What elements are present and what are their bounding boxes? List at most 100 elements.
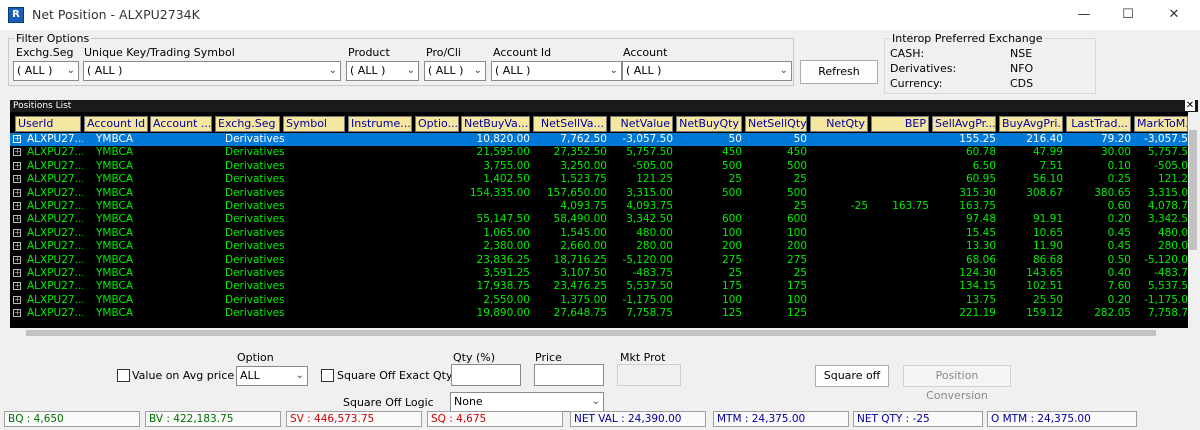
horizontal-scrollbar[interactable] — [10, 328, 1188, 338]
column-header-exchg-seg[interactable]: Exchg.Seg — [215, 116, 280, 132]
square-off-button[interactable]: Square off — [815, 365, 889, 387]
expand-icon[interactable]: + — [13, 309, 21, 318]
cell-net-buy-value: 2,550.00 — [483, 293, 530, 306]
expand-icon[interactable]: + — [13, 175, 21, 184]
column-header-net-buy-qty[interactable]: NetBuyQty — [676, 116, 742, 132]
column-header-option[interactable]: Optio... — [415, 116, 459, 132]
account-select[interactable]: ( ALL ) ⌄ — [622, 61, 792, 81]
expand-icon[interactable]: + — [13, 161, 21, 170]
expand-icon[interactable]: + — [13, 228, 21, 237]
cell-net-value: 3,342.50 — [626, 213, 673, 226]
price-input[interactable] — [534, 364, 604, 386]
expand-icon[interactable]: + — [13, 188, 21, 197]
table-row[interactable]: + ALXPU27... YMBCA Derivatives 2,380.00 2,660… — [10, 240, 1188, 253]
cell-account-id: YMBCA — [96, 293, 134, 306]
status-bq: BQ : 4,650 — [4, 411, 140, 427]
cell-exchg-seg: Derivatives — [225, 133, 285, 145]
table-row[interactable]: + ALXPU27... YMBCA Derivatives 19,890.00 27,6… — [10, 307, 1188, 320]
product-select[interactable]: ( ALL ) ⌄ — [346, 61, 419, 81]
table-row[interactable]: + ALXPU27... YMBCA Derivatives 23,836.25 18,7… — [10, 254, 1188, 267]
horizontal-scroll-thumb[interactable] — [26, 330, 1156, 336]
cell-last-traded: 282.05 — [1094, 307, 1131, 320]
column-header-buy-avg-price[interactable]: BuyAvgPri... — [999, 116, 1063, 132]
maximize-icon[interactable]: ☐ — [1108, 4, 1148, 26]
table-row[interactable]: + ALXPU27... YMBCA Derivatives 154,335.00 157… — [10, 187, 1188, 200]
position-conversion-button[interactable]: Position Conversion — [903, 365, 1011, 402]
interop-cash-value: NSE — [1010, 47, 1033, 60]
table-row[interactable]: + ALXPU27... YMBCA Derivatives 1,065.00 1,545… — [10, 227, 1188, 240]
close-icon[interactable]: ✕ — [1154, 4, 1194, 26]
column-header-instrument[interactable]: Instrume... — [348, 116, 412, 132]
column-header-sell-avg-price[interactable]: SellAvgPr... — [932, 116, 996, 132]
cell-sell-avg-price: 13.30 — [965, 240, 996, 253]
cell-sell-avg-price: 13.75 — [965, 293, 996, 306]
value-on-avg-checkbox[interactable] — [117, 369, 130, 382]
cell-net-buy-qty: 100 — [721, 293, 742, 306]
vertical-scroll-thumb[interactable] — [1189, 130, 1197, 250]
cell-user-id: ALXPU27... — [27, 307, 83, 320]
expand-icon[interactable]: + — [13, 295, 21, 304]
column-header-net-buy-value[interactable]: NetBuyVa... — [461, 116, 530, 132]
qty-input[interactable] — [451, 364, 521, 386]
minimize-icon[interactable]: — — [1064, 4, 1104, 26]
column-header-net-qty[interactable]: NetQty — [810, 116, 868, 132]
table-row[interactable]: + ALXPU27... YMBCA Derivatives 55,147.50 58,4… — [10, 213, 1188, 226]
cell-mark-to-market: 280.0 — [1157, 240, 1188, 253]
expand-icon[interactable]: + — [13, 135, 21, 143]
column-header-net-sell-qty[interactable]: NetSellQty — [745, 116, 807, 132]
column-header-last-traded[interactable]: LastTrad... — [1066, 116, 1131, 132]
vertical-scrollbar[interactable] — [1188, 112, 1198, 328]
table-row[interactable]: + ALXPU27... YMBCA Derivatives 4,093.75 4,093… — [10, 200, 1188, 213]
expand-icon[interactable]: + — [13, 282, 21, 291]
cell-last-traded: 0.45 — [1107, 240, 1131, 253]
cell-mark-to-market: 7,758.7 — [1147, 307, 1188, 320]
expand-icon[interactable]: + — [13, 148, 21, 157]
expand-icon[interactable]: + — [13, 215, 21, 224]
table-row[interactable]: + ALXPU27... YMBCA Derivatives 17,938.75 23,4… — [10, 280, 1188, 293]
positions-grid[interactable]: UserId Account Id Account ... Exchg.Seg Symb… — [10, 112, 1188, 328]
option-value: ALL — [240, 369, 260, 382]
product-label: Product — [348, 46, 390, 59]
expand-icon[interactable]: + — [13, 269, 21, 277]
column-header-bep[interactable]: BEP — [871, 116, 929, 132]
column-header-net-sell-value[interactable]: NetSellVa... — [533, 116, 607, 132]
chevron-down-icon: ⌄ — [473, 65, 482, 76]
column-header-mark-to-market[interactable]: MarkToM... — [1134, 116, 1188, 132]
expand-icon[interactable]: + — [13, 242, 21, 251]
cell-buy-avg-price: 10.65 — [1032, 226, 1063, 239]
status-bv: BV : 422,183.75 — [145, 411, 281, 427]
table-row[interactable]: + ALXPU27... YMBCA Derivatives 2,550.00 1,375… — [10, 294, 1188, 307]
close-icon[interactable]: ✕ — [1185, 100, 1195, 111]
table-row[interactable]: + ALXPU27... YMBCA Derivatives 3,755.00 3,250… — [10, 160, 1188, 173]
cell-exchg-seg: Derivatives — [225, 240, 285, 253]
cell-net-buy-value: 19,890.00 — [476, 307, 530, 320]
cell-net-value: 4,093.75 — [626, 200, 673, 212]
cell-exchg-seg: Derivatives — [225, 267, 285, 279]
square-off-logic-select[interactable]: None ⌄ — [450, 392, 604, 412]
mkt-prot-input[interactable] — [617, 364, 681, 386]
square-off-exact-checkbox[interactable] — [321, 369, 334, 382]
cell-account-id: YMBCA — [96, 307, 134, 320]
table-row[interactable]: + ALXPU27... YMBCA Derivatives 10,820.00 7,76… — [10, 133, 1188, 147]
expand-icon[interactable]: + — [13, 202, 21, 210]
unique-key-select[interactable]: ( ALL ) ⌄ — [83, 61, 341, 81]
cell-net-value: 7,758.75 — [626, 307, 673, 320]
column-header-account-id[interactable]: Account Id — [84, 116, 148, 132]
table-row[interactable]: + ALXPU27... YMBCA Derivatives 1,402.50 1,523… — [10, 173, 1188, 186]
expand-icon[interactable]: + — [13, 255, 21, 264]
column-header-net-value[interactable]: NetValue — [610, 116, 673, 132]
column-header-user-id[interactable]: UserId — [15, 116, 81, 132]
table-row[interactable]: + ALXPU27... YMBCA Derivatives 21,595.00 27,3… — [10, 146, 1188, 159]
account-id-select[interactable]: ( ALL ) ⌄ — [491, 61, 622, 81]
pro-cli-select[interactable]: ( ALL ) ⌄ — [424, 61, 486, 81]
cell-exchg-seg: Derivatives — [225, 253, 285, 266]
refresh-button[interactable]: Refresh — [800, 60, 878, 84]
exchg-seg-select[interactable]: ( ALL ) ⌄ — [13, 61, 79, 81]
interop-currency-value: CDS — [1010, 77, 1034, 90]
option-select[interactable]: ALL ⌄ — [236, 366, 308, 386]
cell-net-value: 280.00 — [636, 240, 673, 253]
cell-net-buy-qty: 200 — [721, 240, 742, 253]
table-row[interactable]: + ALXPU27... YMBCA Derivatives 3,591.25 3,107… — [10, 267, 1188, 280]
column-header-account[interactable]: Account ... — [150, 116, 212, 132]
column-header-symbol[interactable]: Symbol — [283, 116, 345, 132]
